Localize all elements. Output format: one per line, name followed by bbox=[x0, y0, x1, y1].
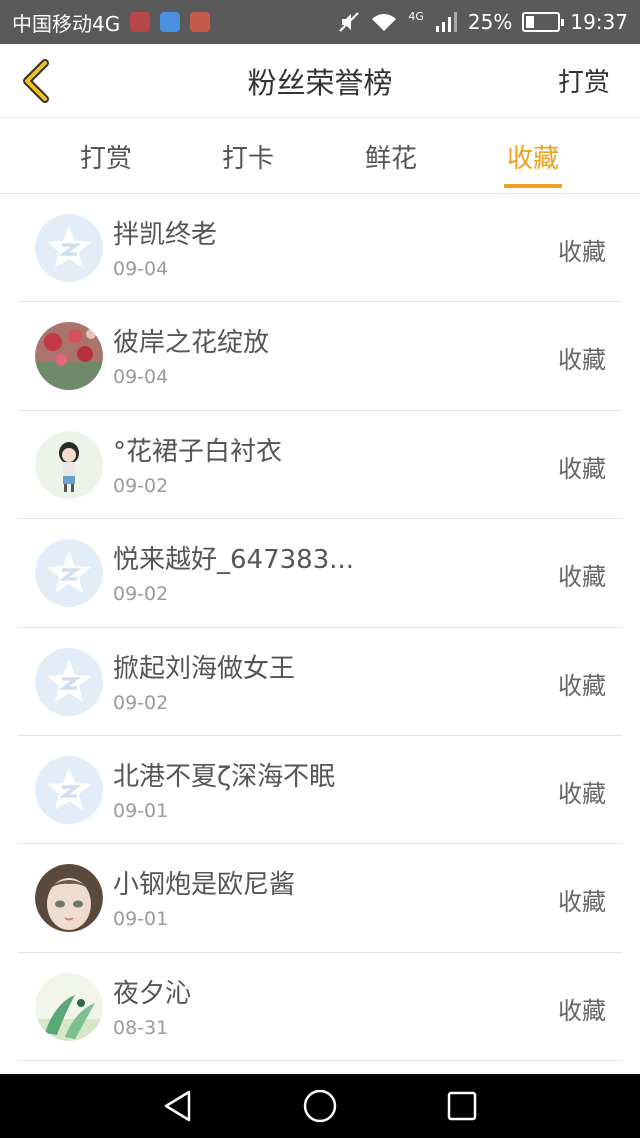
fan-date: 09-01 bbox=[113, 799, 169, 822]
tab-label: 收藏 bbox=[506, 143, 559, 174]
fan-date: 09-02 bbox=[113, 691, 169, 714]
action-label: 收藏 bbox=[558, 779, 606, 808]
avatar bbox=[35, 430, 103, 499]
clock: 19:37 bbox=[570, 10, 628, 34]
list-item[interactable]: 夜夕沁 08-31 收藏 bbox=[18, 953, 622, 1062]
reward-button[interactable]: 打赏 bbox=[558, 62, 610, 99]
fan-name: 彼岸之花绽放 bbox=[113, 328, 270, 359]
tab-flowers[interactable]: 鲜花 bbox=[341, 118, 441, 194]
fan-name: °花裙子白衬衣 bbox=[113, 436, 283, 467]
nav-home-button[interactable] bbox=[302, 1088, 338, 1124]
cartoon-girl-avatar bbox=[35, 430, 103, 499]
fan-date: 08-31 bbox=[113, 1016, 169, 1039]
fan-name: 悦来越好_647383... bbox=[113, 545, 355, 576]
fan-date: 09-01 bbox=[113, 908, 169, 931]
action-label: 收藏 bbox=[558, 346, 606, 375]
fan-name: 夜夕沁 bbox=[113, 978, 192, 1009]
list-item[interactable]: 小钢炮是欧尼酱 09-01 收藏 bbox=[18, 844, 622, 953]
carrier-label: 中国移动4G bbox=[12, 11, 121, 36]
action-label: 收藏 bbox=[558, 454, 606, 483]
action-label: 收藏 bbox=[558, 563, 606, 592]
battery-icon bbox=[522, 12, 565, 32]
avatar bbox=[35, 972, 103, 1041]
doll-face-avatar bbox=[35, 864, 103, 933]
network-type-label: 4G bbox=[408, 10, 424, 23]
battery-fill bbox=[526, 16, 535, 28]
avatar bbox=[35, 214, 103, 282]
default-avatar-icon bbox=[35, 647, 103, 716]
list-item[interactable]: °花裙子白衬衣 09-02 收藏 bbox=[18, 411, 622, 520]
status-bar-right: 4G 25% 19:37 bbox=[338, 10, 628, 34]
action-label: 收藏 bbox=[558, 996, 606, 1025]
app-notification-icon bbox=[130, 12, 151, 32]
default-avatar-icon bbox=[35, 539, 103, 608]
fan-name: 掀起刘海做女王 bbox=[113, 653, 296, 684]
fan-name: 小钢炮是欧尼酱 bbox=[113, 870, 296, 901]
floral-photo-avatar bbox=[35, 322, 103, 391]
list-item[interactable]: 彼岸之花绽放 09-04 收藏 bbox=[18, 302, 622, 411]
tab-label: 打卡 bbox=[221, 143, 274, 174]
triangle-back-icon bbox=[164, 1090, 191, 1122]
avatar bbox=[35, 755, 103, 824]
status-bar: 中国移动4G 4G 25% 19:37 bbox=[0, 0, 640, 44]
list-item[interactable]: 悦来越好_647383... 09-02 收藏 bbox=[18, 519, 622, 628]
chevron-left-icon bbox=[23, 59, 49, 103]
battery-percent: 25% bbox=[467, 10, 513, 34]
fan-name: 北港不夏ζ深海不眠 bbox=[113, 761, 336, 792]
mute-icon bbox=[339, 12, 360, 32]
tab-reward[interactable]: 打赏 bbox=[56, 118, 156, 194]
action-label: 收藏 bbox=[558, 671, 606, 700]
fan-name: 拌凯终老 bbox=[113, 220, 218, 250]
cloud-notification-icon bbox=[160, 12, 181, 32]
tab-label: 打赏 bbox=[79, 143, 132, 174]
avatar bbox=[35, 647, 103, 716]
action-label: 收藏 bbox=[558, 888, 606, 917]
header: 粉丝荣誉榜 打赏 bbox=[0, 44, 640, 118]
tab-label: 鲜花 bbox=[364, 143, 417, 174]
fan-date: 09-04 bbox=[113, 366, 169, 389]
app-notification-icon bbox=[190, 12, 211, 32]
nav-back-button[interactable] bbox=[160, 1088, 196, 1124]
leaf-illustration-avatar bbox=[35, 972, 103, 1041]
nav-recents-button[interactable] bbox=[444, 1088, 480, 1124]
avatar bbox=[35, 322, 103, 391]
list-item[interactable]: 拌凯终老 09-04 收藏 bbox=[18, 194, 622, 303]
status-bar-left: 中国移动4G bbox=[12, 8, 211, 37]
circle-home-icon bbox=[303, 1089, 337, 1123]
page-title: 粉丝荣誉榜 bbox=[247, 65, 393, 100]
signal-icon bbox=[435, 12, 457, 32]
avatar bbox=[35, 864, 103, 933]
tab-checkin[interactable]: 打卡 bbox=[198, 118, 298, 194]
default-avatar-icon bbox=[35, 214, 103, 282]
tab-favorites[interactable]: 收藏 bbox=[483, 118, 583, 194]
square-recents-icon bbox=[447, 1091, 477, 1121]
tab-bar: 打赏 打卡 鲜花 收藏 bbox=[0, 118, 640, 194]
fan-date: 09-04 bbox=[113, 258, 169, 280]
fan-list: 拌凯终老 09-04 收藏 彼岸之花绽放 09-04 收藏 °花裙子白衬衣 09… bbox=[0, 194, 640, 1062]
action-label: 收藏 bbox=[558, 238, 606, 266]
active-tab-indicator bbox=[504, 184, 562, 188]
list-item[interactable]: 北港不夏ζ深海不眠 09-01 收藏 bbox=[18, 736, 622, 845]
list-item[interactable]: 掀起刘海做女王 09-02 收藏 bbox=[18, 628, 622, 736]
fan-date: 09-02 bbox=[113, 583, 169, 606]
default-avatar-icon bbox=[35, 755, 103, 824]
back-button[interactable] bbox=[14, 56, 58, 106]
avatar bbox=[35, 539, 103, 608]
navigation-bar bbox=[0, 1074, 640, 1138]
fan-date: 09-02 bbox=[113, 474, 169, 497]
wifi-icon bbox=[372, 14, 397, 31]
